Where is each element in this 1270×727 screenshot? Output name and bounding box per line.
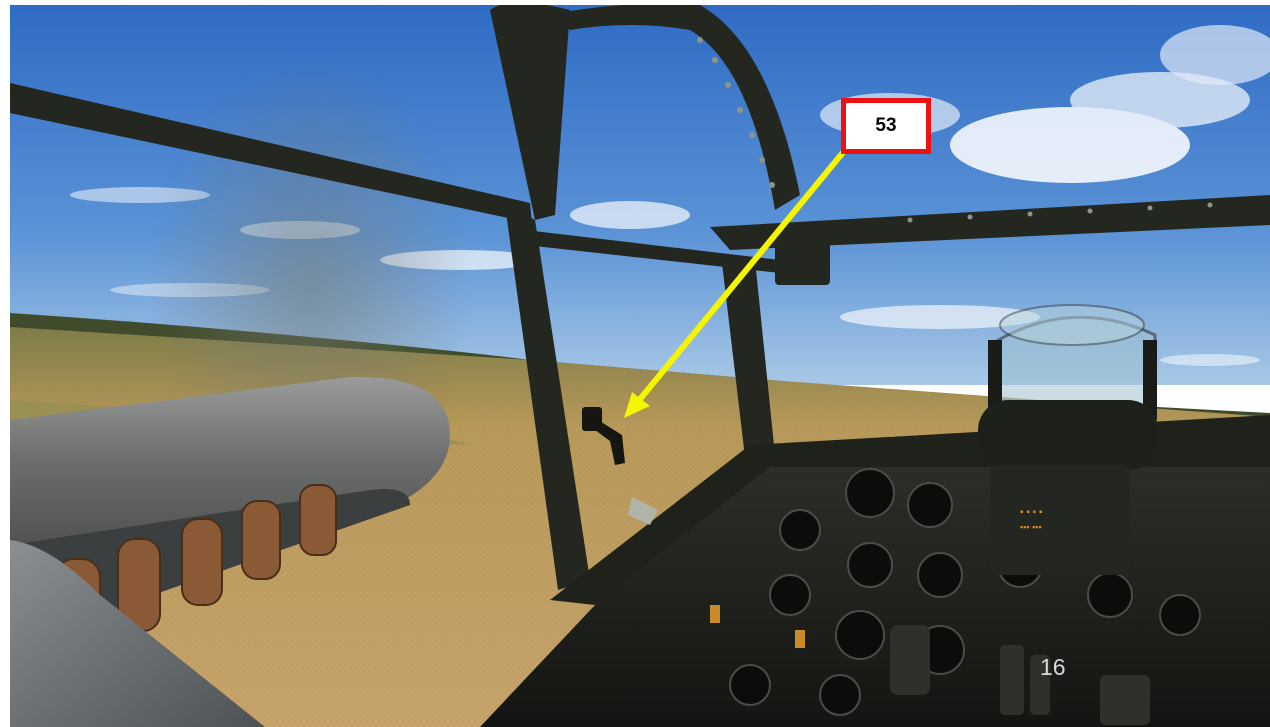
svg-text:▪ ▪ ▪ ▪: ▪ ▪ ▪ ▪ — [1020, 507, 1043, 518]
slide: ▪ ▪ ▪ ▪ ▪▪▪ ▪▪▪ 53 16 — [0, 0, 1270, 727]
cockpit-scene: ▪ ▪ ▪ ▪ ▪▪▪ ▪▪▪ — [10, 5, 1270, 727]
callout-label: 53 — [841, 98, 931, 154]
callout-number: 53 — [875, 115, 897, 136]
svg-text:▪▪▪ ▪▪▪: ▪▪▪ ▪▪▪ — [1020, 522, 1042, 532]
cockpit-illustration: ▪ ▪ ▪ ▪ ▪▪▪ ▪▪▪ — [10, 5, 1270, 727]
page-number: 16 — [1040, 654, 1066, 680]
